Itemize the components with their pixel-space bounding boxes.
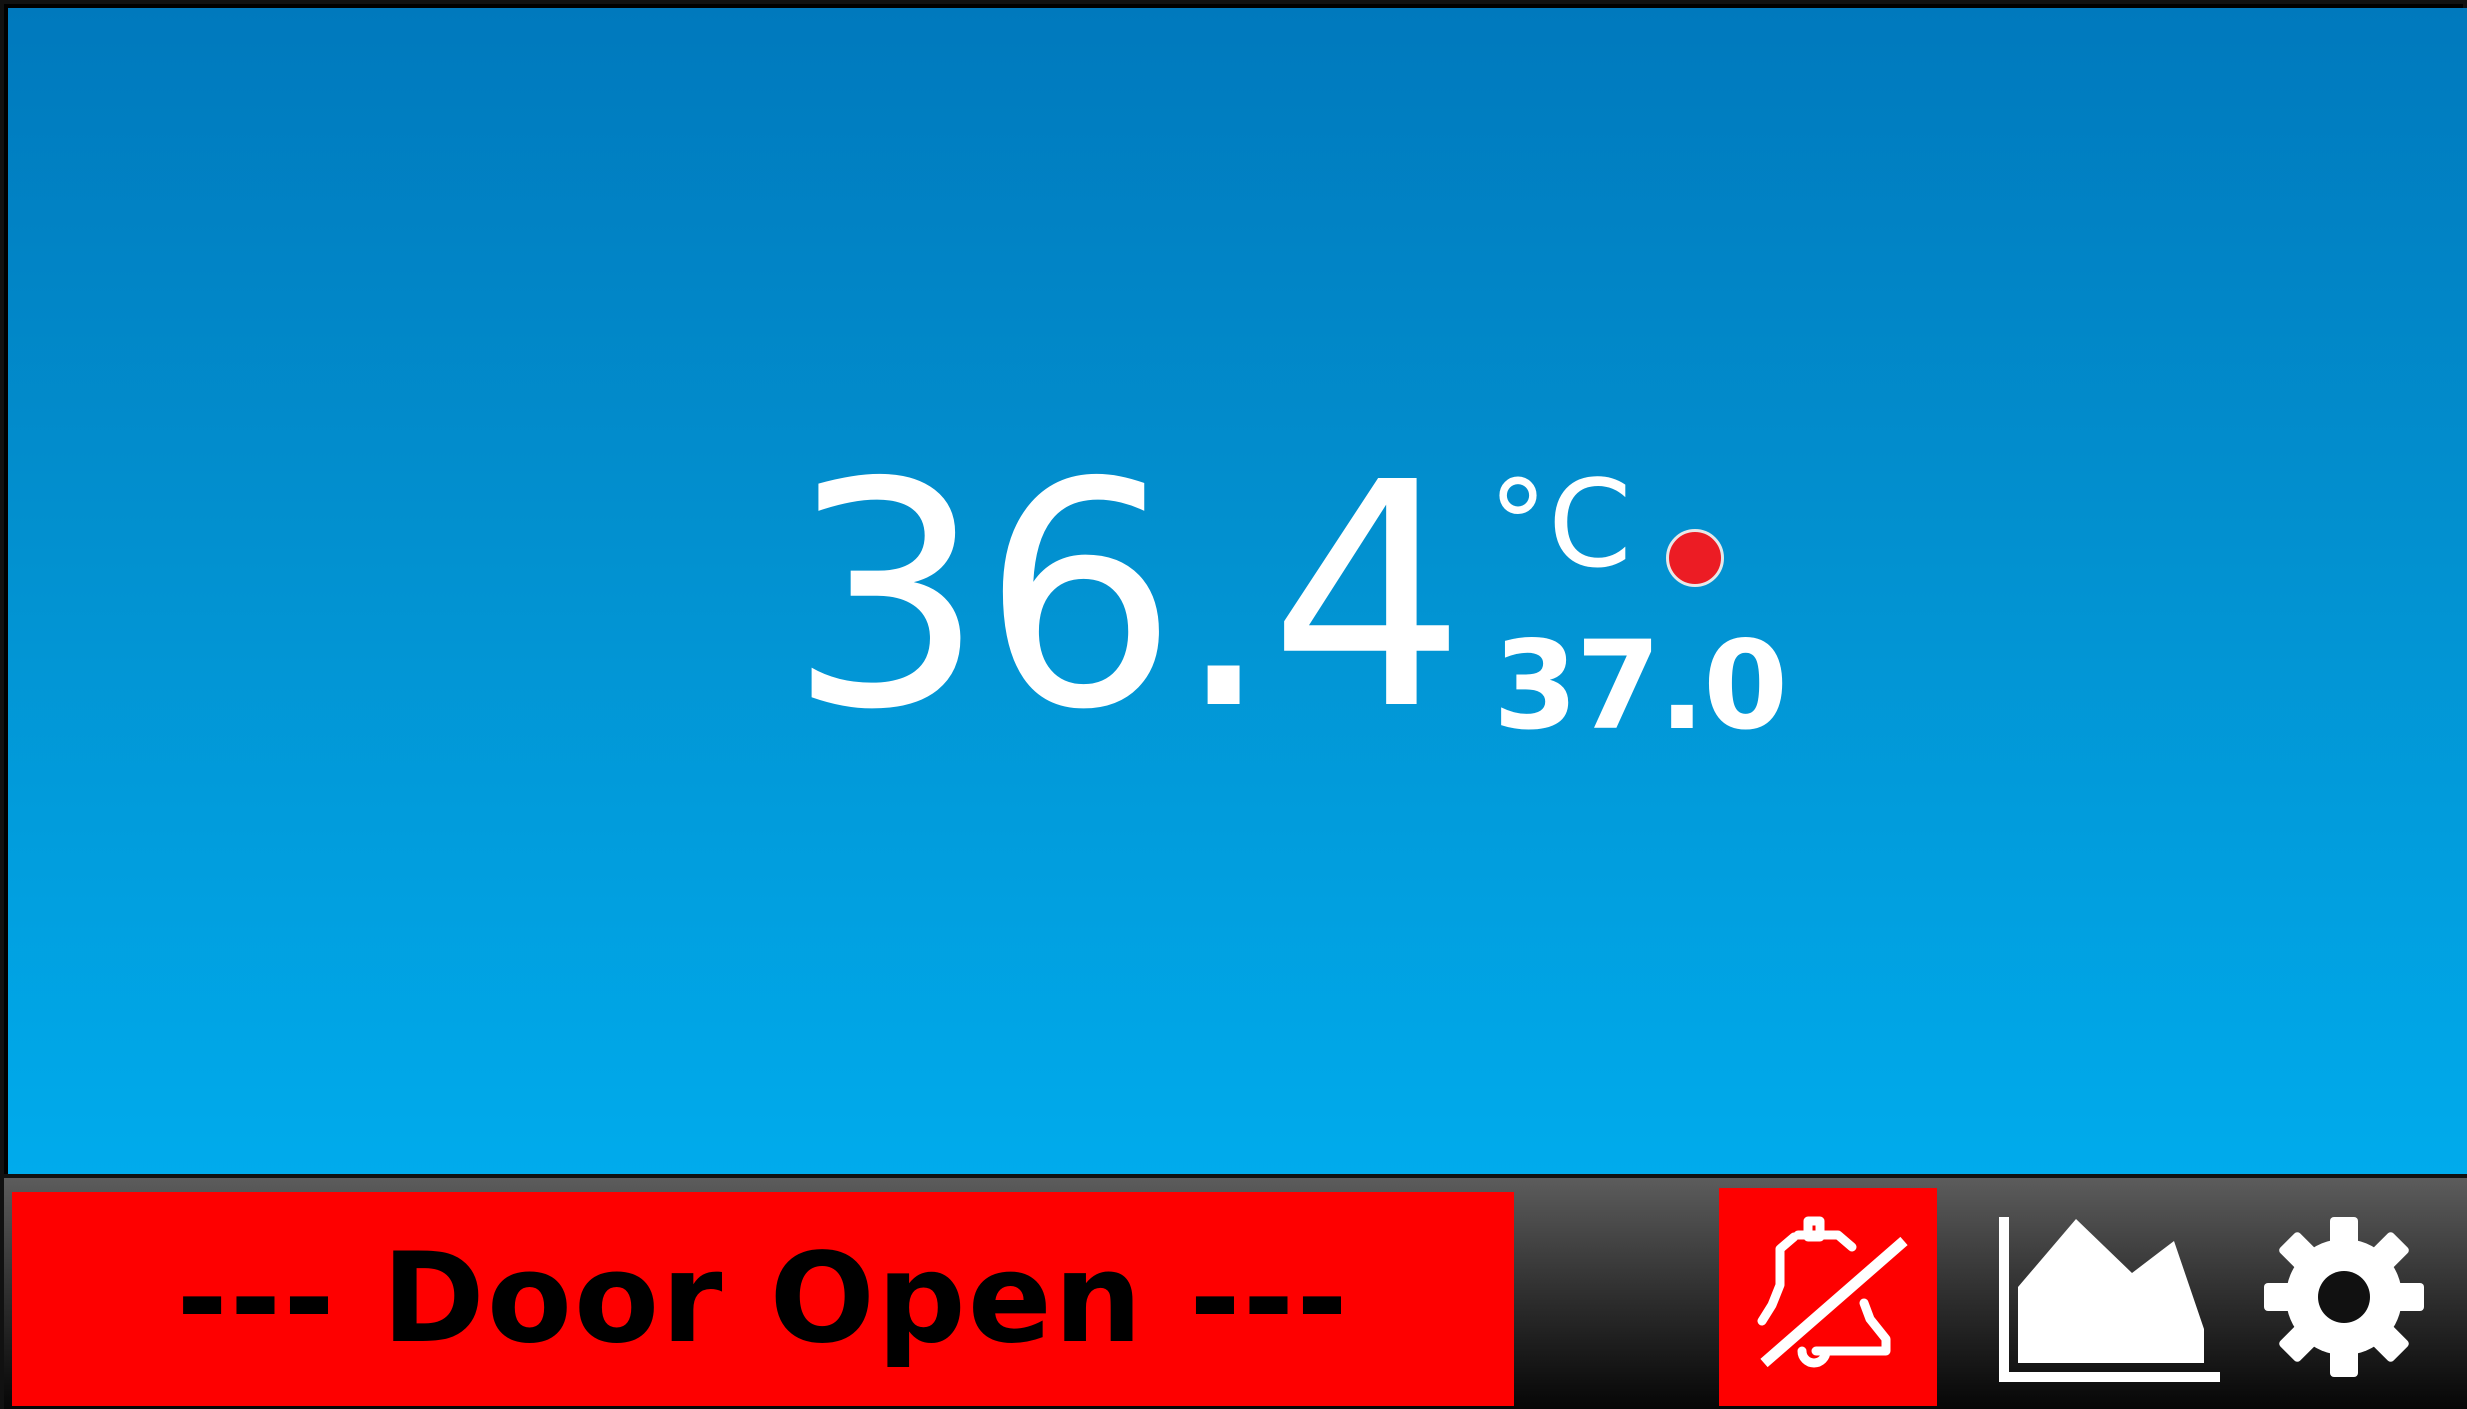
status-dot-icon (1666, 529, 1724, 587)
status-bar: --- Door Open --- (4, 1174, 2467, 1409)
temperature-display: 36.4 °C 37.0 (8, 8, 2467, 1174)
alarm-message: --- Door Open --- (176, 1227, 1350, 1371)
settings-button[interactable] (2254, 1188, 2434, 1406)
gear-icon (2264, 1217, 2424, 1377)
temperature-unit: °C (1488, 456, 1632, 595)
current-temperature: 36.4 (788, 417, 1466, 778)
area-chart-icon (1999, 1217, 2220, 1382)
chart-button[interactable] (1994, 1188, 2224, 1406)
temperature-reading: 36.4 °C 37.0 (788, 417, 1788, 778)
alarm-mute-button[interactable] (1719, 1188, 1937, 1406)
device-screen: 36.4 °C 37.0 --- Door Open --- (0, 0, 2467, 1409)
temperature-setpoint: 37.0 (1493, 615, 1788, 757)
bell-slash-icon (1757, 1216, 1908, 1368)
alarm-banner: --- Door Open --- (12, 1192, 1514, 1406)
